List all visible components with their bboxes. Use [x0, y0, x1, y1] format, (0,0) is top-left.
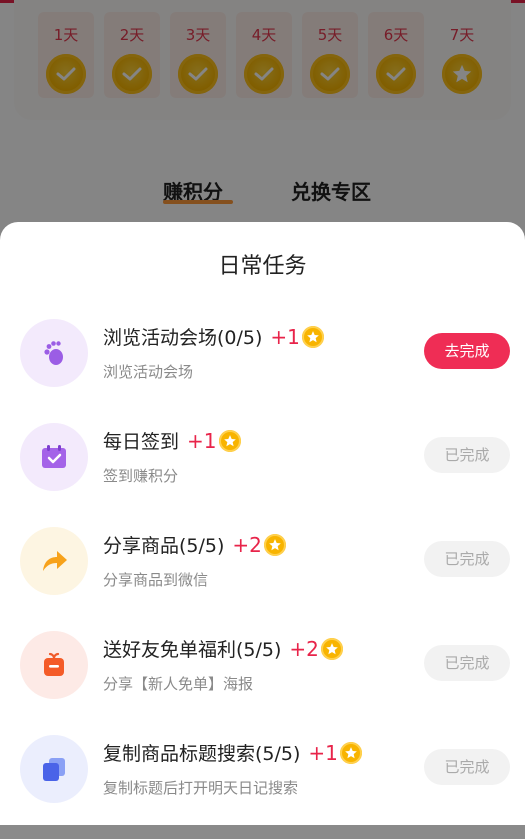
task-item-invite: 送好友免单福利(5/5) +2 分享【新人免单】海报 已完成 [0, 631, 525, 735]
task-subtitle: 复制标题后打开明天日记搜索 [103, 779, 299, 797]
star-coin-icon [301, 325, 324, 348]
task-item-share: 分享商品(5/5) +2 分享商品到微信 已完成 [0, 527, 525, 631]
task-title-text: 每日签到 [103, 431, 180, 453]
task-title-text: 分享商品(5/5) [103, 535, 225, 557]
star-coin-icon [339, 741, 362, 764]
share-arrow-icon [20, 527, 88, 595]
copy-icon [20, 735, 88, 803]
star-coin-icon [218, 429, 241, 452]
daily-tasks-sheet: 日常任务 浏览活动会场(0/5) +1 浏览活动会场 去完成 每日签到 +1 签… [0, 222, 525, 825]
task-title-text: 送好友免单福利(5/5) [103, 639, 282, 661]
task-points: +1 [187, 428, 217, 453]
task-item-copy-search: 复制商品标题搜索(5/5) +1 复制标题后打开明天日记搜索 已完成 [0, 735, 525, 839]
task-subtitle: 签到赚积分 [103, 467, 179, 485]
gift-box-icon [20, 631, 88, 699]
completed-button[interactable]: 已完成 [424, 541, 510, 577]
task-points: +2 [289, 636, 319, 661]
completed-button[interactable]: 已完成 [424, 437, 510, 473]
task-points: +1 [308, 740, 338, 765]
task-title: 送好友免单福利(5/5) +2 [103, 635, 343, 662]
star-coin-icon [263, 533, 286, 556]
star-coin-icon [320, 637, 343, 660]
task-item-checkin: 每日签到 +1 签到赚积分 已完成 [0, 423, 525, 527]
task-title: 复制商品标题搜索(5/5) +1 [103, 739, 362, 766]
task-subtitle: 浏览活动会场 [103, 363, 194, 381]
sheet-title: 日常任务 [218, 254, 307, 279]
completed-button[interactable]: 已完成 [424, 645, 510, 681]
go-complete-button[interactable]: 去完成 [424, 333, 510, 369]
task-title: 浏览活动会场(0/5) +1 [103, 323, 324, 350]
task-points: +1 [270, 324, 300, 349]
completed-button[interactable]: 已完成 [424, 749, 510, 785]
footprint-icon [20, 319, 88, 387]
task-subtitle: 分享商品到微信 [103, 571, 209, 589]
task-subtitle: 分享【新人免单】海报 [103, 675, 254, 693]
task-title-text: 复制商品标题搜索(5/5) [103, 743, 301, 765]
task-title-text: 浏览活动会场(0/5) [103, 327, 263, 349]
task-title: 每日签到 +1 [103, 427, 241, 454]
task-title: 分享商品(5/5) +2 [103, 531, 286, 558]
task-points: +2 [232, 532, 262, 557]
calendar-check-icon [20, 423, 88, 491]
task-item-browse: 浏览活动会场(0/5) +1 浏览活动会场 去完成 [0, 319, 525, 423]
